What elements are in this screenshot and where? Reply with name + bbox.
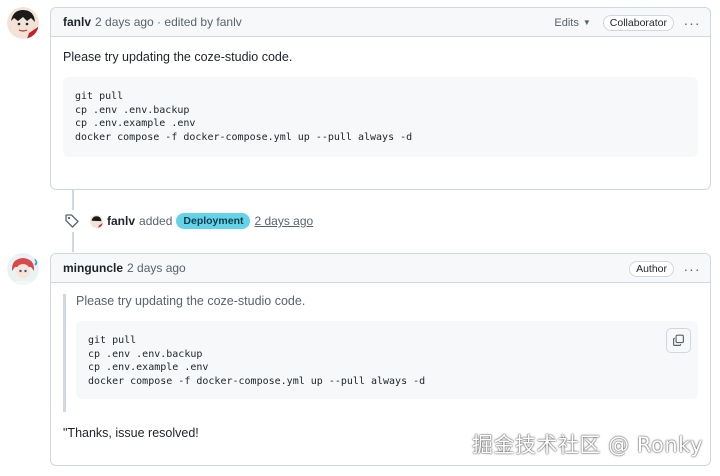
event-action: added bbox=[139, 214, 173, 228]
edits-label: Edits bbox=[554, 16, 579, 29]
blockquote: Please try updating the coze-studio code… bbox=[63, 294, 698, 412]
comment-body: Please try updating the coze-studio code… bbox=[51, 37, 710, 190]
quote-code: git pull cp .env .env.backup cp .env.exa… bbox=[88, 335, 426, 387]
edits-dropdown[interactable]: Edits ▼ bbox=[554, 17, 590, 29]
comment-header: fanlv 2 days ago · edited by fanlv Edits… bbox=[51, 8, 710, 37]
comment-meta[interactable]: 2 days ago · edited by fanlv bbox=[95, 15, 242, 29]
comment-card: fanlv 2 days ago · edited by fanlv Edits… bbox=[50, 7, 711, 190]
event-time[interactable]: 2 days ago bbox=[254, 214, 313, 228]
avatar-fanlv[interactable] bbox=[7, 7, 39, 39]
copy-button[interactable] bbox=[666, 328, 691, 353]
label-deployment[interactable]: Deployment bbox=[176, 213, 251, 229]
quote-code-block: git pull cp .env .env.backup cp .env.exa… bbox=[76, 321, 698, 399]
comment-header-actions: Author ··· bbox=[629, 254, 702, 283]
role-badge: Author bbox=[629, 260, 674, 277]
comment-text: Please try updating the coze-studio code… bbox=[63, 50, 293, 64]
comment-header: minguncle 2 days ago Author ··· bbox=[51, 254, 710, 283]
timeline-event: fanlv added Deployment 2 days ago bbox=[64, 211, 313, 231]
kebab-icon[interactable]: ··· bbox=[682, 15, 702, 31]
comment-meta[interactable]: 2 days ago bbox=[127, 261, 186, 275]
timeline-line bbox=[72, 190, 74, 210]
comment-author[interactable]: fanlv bbox=[63, 15, 91, 29]
kebab-icon[interactable]: ··· bbox=[682, 261, 702, 277]
chevron-down-icon: ▼ bbox=[582, 18, 591, 27]
role-badge: Collaborator bbox=[602, 14, 674, 31]
event-user[interactable]: fanlv bbox=[107, 214, 135, 228]
code-block: git pull cp .env .env.backup cp .env.exa… bbox=[63, 77, 698, 157]
avatar-minguncle[interactable] bbox=[7, 253, 39, 285]
comment-author[interactable]: minguncle bbox=[63, 261, 123, 275]
watermark: 掘金技术社区 @ Ronky bbox=[472, 433, 703, 457]
copy-icon bbox=[673, 334, 684, 346]
quote-text: Please try updating the coze-studio code… bbox=[76, 294, 306, 308]
comment-header-actions: Edits ▼ Collaborator ··· bbox=[554, 8, 702, 37]
tag-icon bbox=[65, 214, 79, 228]
timeline-line bbox=[72, 232, 74, 252]
avatar-fanlv-small[interactable] bbox=[90, 214, 103, 228]
